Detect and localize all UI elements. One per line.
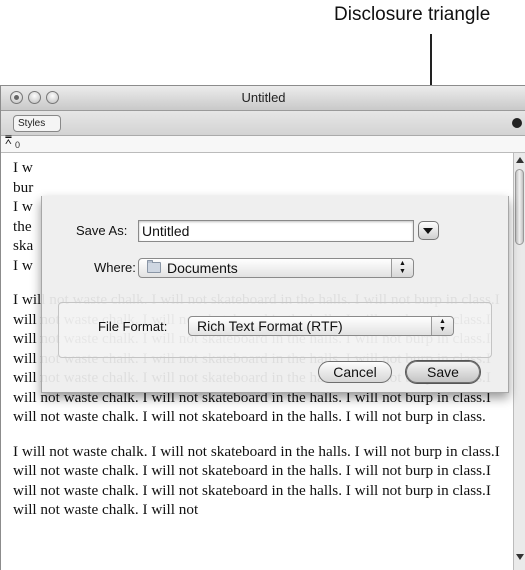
doc-line: I w — [13, 198, 33, 215]
ruler-zero-label: 0 — [15, 140, 21, 150]
format-toolbar: Styles — [1, 111, 525, 136]
scroll-down-arrow-icon[interactable] — [516, 554, 524, 560]
doc-paragraph-3: I will not waste chalk. I will not skate… — [13, 442, 500, 519]
file-format-popup[interactable]: Rich Text Format (RTF) ▲ ▼ — [188, 316, 454, 336]
disclosure-triangle-button[interactable] — [418, 221, 439, 240]
popup-arrows-icon: ▲ ▼ — [391, 259, 413, 277]
file-format-label: File Format: — [98, 319, 168, 334]
tab-stop-marker-icon[interactable]: ⩞ — [5, 136, 12, 147]
where-label: Where: — [94, 260, 136, 275]
doc-line: I w — [13, 159, 33, 176]
window-title: Untitled — [241, 90, 286, 105]
document-window: Untitled Styles ⩞ 0 I w bur I w the ska … — [0, 85, 525, 570]
title-bar[interactable]: Untitled — [1, 86, 525, 111]
where-popup[interactable]: Documents ▲ ▼ — [138, 258, 414, 278]
folder-icon — [147, 260, 161, 273]
vertical-scrollbar[interactable] — [513, 153, 525, 570]
scroll-up-arrow-icon[interactable] — [516, 157, 524, 163]
doc-line: the — [13, 217, 32, 235]
callout-label: Disclosure triangle — [334, 4, 491, 25]
toolbar-toggle-button[interactable] — [512, 118, 522, 128]
popup-arrows-icon: ▲ ▼ — [431, 317, 453, 335]
file-format-value: Rich Text Format (RTF) — [197, 318, 343, 334]
cancel-button[interactable]: Cancel — [318, 361, 392, 383]
where-value: Documents — [167, 260, 238, 276]
doc-line: ska — [13, 237, 34, 254]
save-button[interactable]: Save — [406, 361, 480, 383]
scroll-thumb[interactable] — [515, 169, 524, 245]
save-as-label: Save As: — [76, 223, 128, 238]
doc-line: I w — [13, 256, 33, 274]
save-as-field[interactable]: Untitled — [138, 220, 414, 242]
styles-popup-button[interactable]: Styles — [13, 115, 61, 132]
save-dialog-sheet: Save As: Untitled Where: Documents ▲ ▼ Fi… — [41, 196, 509, 393]
doc-line: bur — [13, 178, 34, 196]
ruler: ⩞ 0 — [1, 136, 525, 153]
